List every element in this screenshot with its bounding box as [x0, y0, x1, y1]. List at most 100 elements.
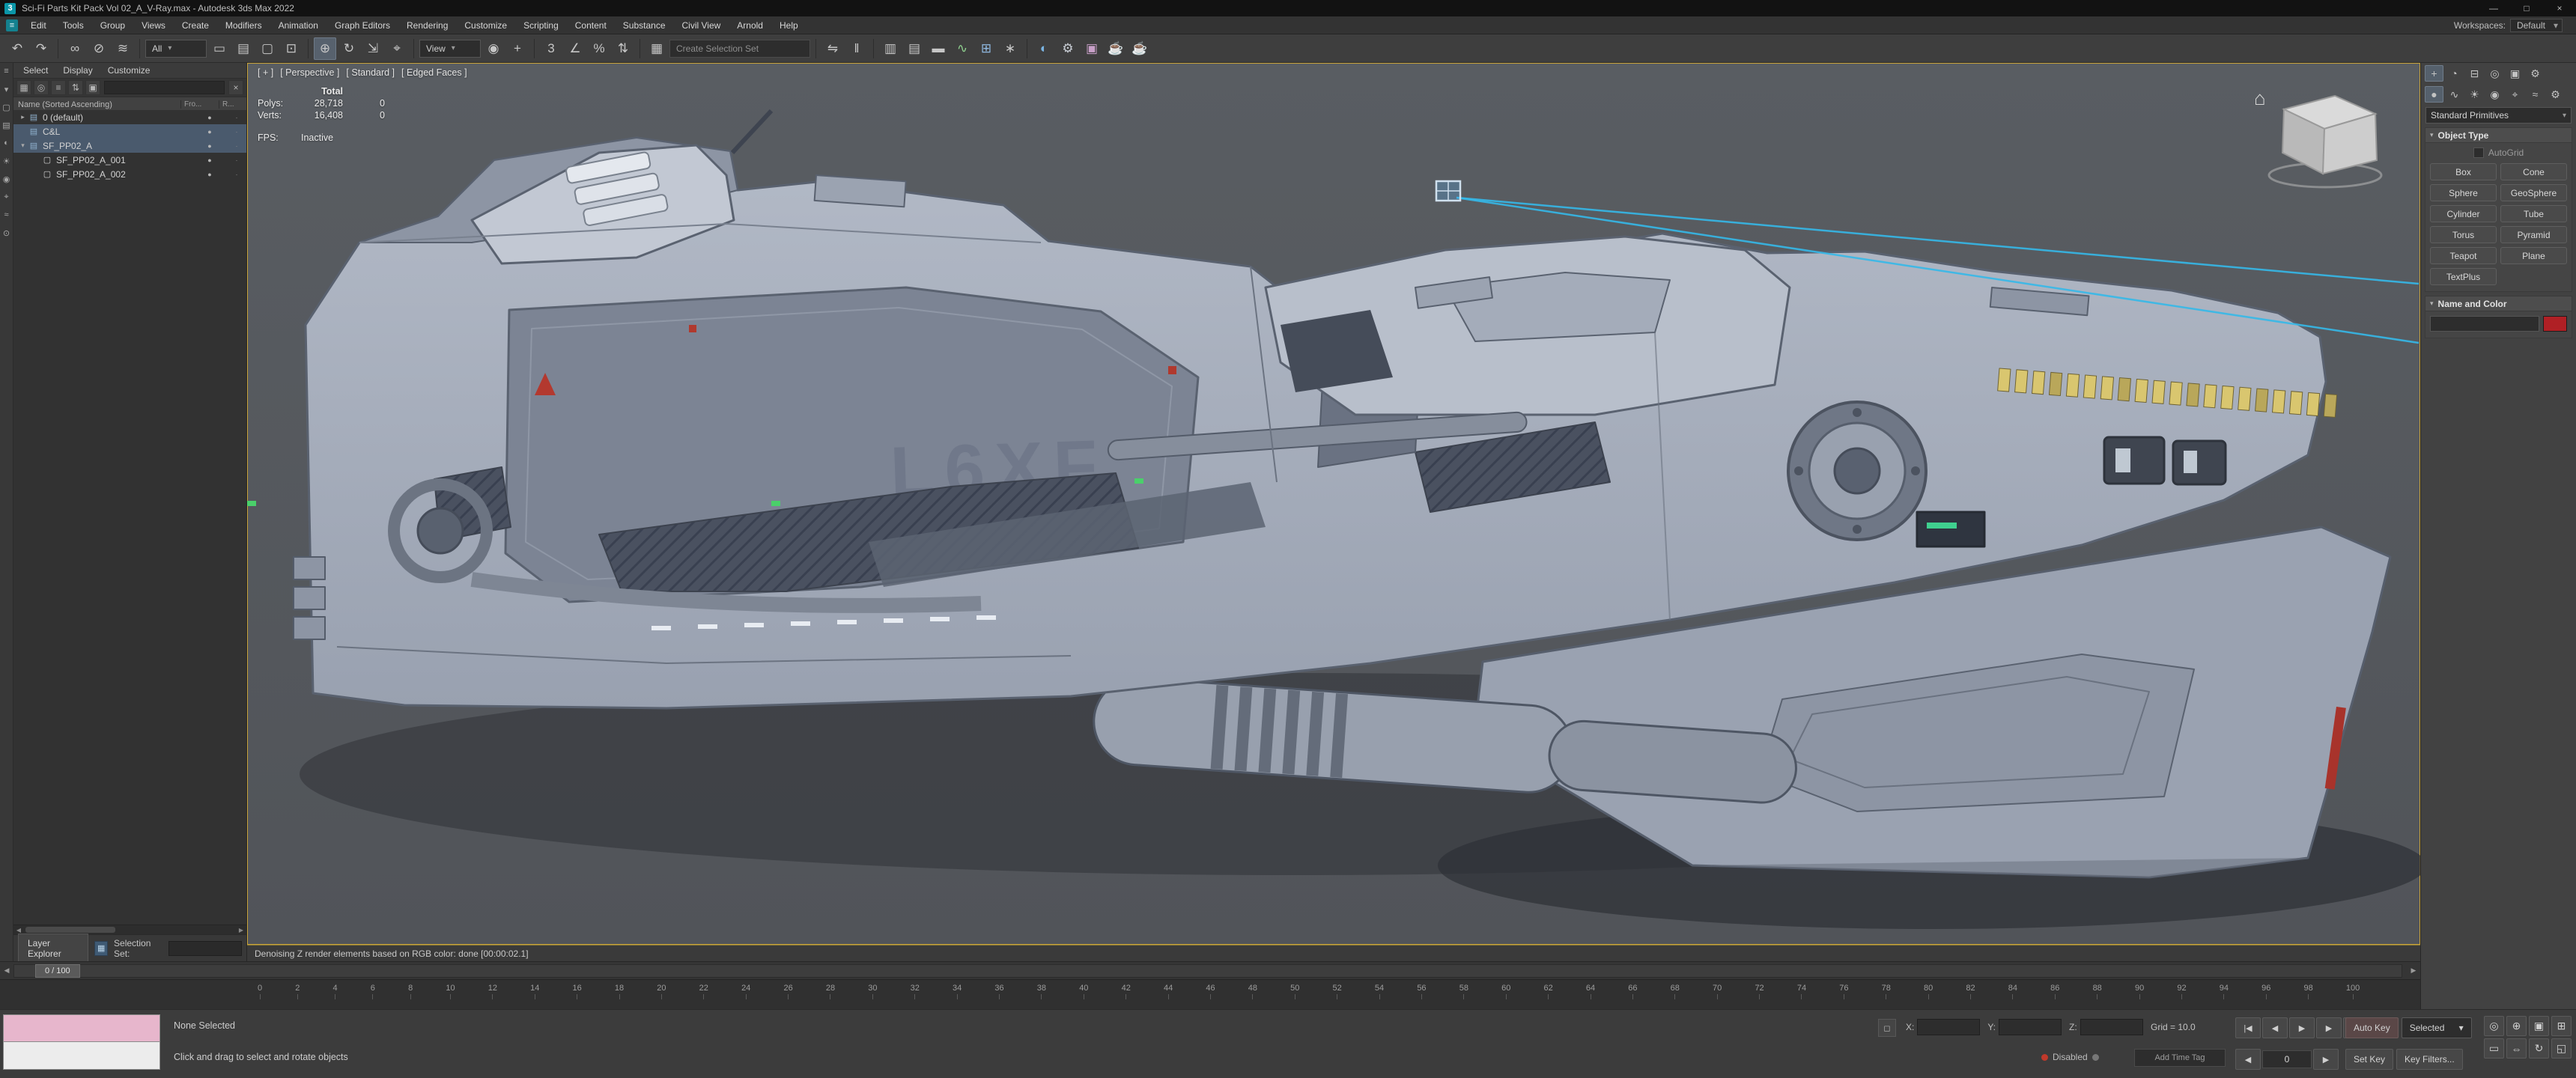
- snaps-toggle-icon[interactable]: 3: [540, 37, 562, 60]
- zoom-all-icon[interactable]: ⊕: [2506, 1016, 2527, 1036]
- application-menu-icon[interactable]: ≡: [6, 19, 18, 31]
- timeline-tick[interactable]: 56: [1417, 984, 1426, 999]
- menu-group[interactable]: Group: [92, 18, 133, 33]
- timeline-tick[interactable]: 68: [1671, 984, 1680, 999]
- render-toggle-icon[interactable]: ·: [227, 114, 246, 121]
- object-button-cone[interactable]: Cone: [2500, 163, 2567, 180]
- timeline-tick[interactable]: 40: [1079, 984, 1088, 999]
- filter-materials-icon[interactable]: ◐: [1, 138, 12, 148]
- timeline-tick[interactable]: 24: [741, 984, 750, 999]
- expand-arrow-icon[interactable]: ▸: [18, 113, 28, 121]
- edit-named-selection-sets-icon[interactable]: ▦: [645, 37, 668, 60]
- timeline-tick[interactable]: 6: [371, 984, 375, 999]
- viewport-pov-menu[interactable]: [ Perspective ]: [280, 67, 339, 78]
- angle-snap-icon[interactable]: ∠: [564, 37, 586, 60]
- render-toggle-icon[interactable]: ·: [227, 156, 246, 164]
- percent-snap-icon[interactable]: %: [588, 37, 610, 60]
- maxscript-listener-line[interactable]: [3, 1042, 160, 1070]
- render-toggle-icon[interactable]: ·: [227, 171, 246, 178]
- reference-coordinate-dropdown[interactable]: View▾: [419, 40, 481, 58]
- timeline-tick[interactable]: 38: [1037, 984, 1046, 999]
- object-button-geosphere[interactable]: GeoSphere: [2500, 184, 2567, 201]
- bind-to-space-warp-icon[interactable]: ≋: [112, 37, 134, 60]
- menu-customize[interactable]: Customize: [456, 18, 515, 33]
- maxscript-mini-listener[interactable]: [3, 1014, 160, 1073]
- timeline-tick[interactable]: 94: [2220, 984, 2229, 999]
- redo-icon[interactable]: ↷: [30, 37, 52, 60]
- current-frame-field[interactable]: 0: [2262, 1050, 2312, 1068]
- select-and-rotate-icon[interactable]: ↻: [338, 37, 360, 60]
- perspective-viewport[interactable]: L6XF: [247, 63, 2420, 945]
- menu-substance[interactable]: Substance: [615, 18, 674, 33]
- set-key-button[interactable]: Set Key: [2345, 1049, 2393, 1070]
- scroll-right-icon[interactable]: ▶: [236, 927, 246, 934]
- viewcube-home-icon[interactable]: ⌂: [2254, 87, 2266, 109]
- timeline-tick[interactable]: 14: [530, 984, 539, 999]
- timeline-tick[interactable]: 84: [2008, 984, 2017, 999]
- selection-lock-icon[interactable]: ◻: [1878, 1019, 1896, 1037]
- expand-all-icon[interactable]: ▾: [1, 84, 12, 94]
- timeline-tick[interactable]: 76: [1839, 984, 1848, 999]
- timeline-tick[interactable]: 34: [953, 984, 962, 999]
- timeline-tick[interactable]: 52: [1333, 984, 1342, 999]
- menu-tools[interactable]: Tools: [55, 18, 92, 33]
- rectangular-selection-region-icon[interactable]: ▢: [256, 37, 279, 60]
- timeline-tick[interactable]: 4: [333, 984, 338, 999]
- time-slider-left-icon[interactable]: ◀: [0, 966, 13, 975]
- timeline-tick[interactable]: 62: [1543, 984, 1552, 999]
- timeline-tick[interactable]: 30: [868, 984, 877, 999]
- x-coordinate-field[interactable]: [1917, 1019, 1980, 1035]
- frozen-column-header[interactable]: Fro...: [180, 100, 219, 109]
- object-button-sphere[interactable]: Sphere: [2430, 184, 2497, 201]
- time-slider[interactable]: ◀ 0 / 100 ▶: [0, 961, 2420, 979]
- toggle-layer-explorer-icon[interactable]: ▤: [903, 37, 926, 60]
- menu-scripting[interactable]: Scripting: [515, 18, 567, 33]
- tab-display-icon[interactable]: ▣: [2506, 65, 2524, 82]
- timeline-tick[interactable]: 10: [446, 984, 455, 999]
- workspace-dropdown[interactable]: Default: [2510, 19, 2563, 32]
- timeline-tick[interactable]: 54: [1375, 984, 1384, 999]
- timeline-tick[interactable]: 70: [1713, 984, 1722, 999]
- explorer-menu-select[interactable]: Select: [16, 64, 55, 76]
- timeline-tick[interactable]: 98: [2304, 984, 2313, 999]
- timeline-tick[interactable]: 64: [1586, 984, 1595, 999]
- object-button-plane[interactable]: Plane: [2500, 247, 2567, 264]
- toggle-scene-explorer-icon[interactable]: ▥: [879, 37, 902, 60]
- y-coordinate-field[interactable]: [1999, 1019, 2062, 1035]
- minimize-button[interactable]: —: [2477, 0, 2510, 16]
- timeline-tick[interactable]: 74: [1797, 984, 1806, 999]
- explorer-menu-customize[interactable]: Customize: [101, 64, 157, 76]
- expand-arrow-icon[interactable]: ▾: [18, 141, 28, 150]
- category-shapes-icon[interactable]: ∿: [2445, 86, 2464, 103]
- name-column-header[interactable]: Name (Sorted Ascending): [18, 100, 112, 109]
- timeline-tick[interactable]: 22: [699, 984, 708, 999]
- viewcube[interactable]: ⌂: [2254, 87, 2381, 187]
- clear-search-icon[interactable]: ×: [228, 80, 243, 95]
- object-button-cylinder[interactable]: Cylinder: [2430, 205, 2497, 222]
- time-slider-right-icon[interactable]: ▶: [2407, 966, 2420, 975]
- pin-explorer-icon[interactable]: ⊙: [1, 228, 12, 238]
- adaptive-degradation-group[interactable]: Disabled: [2041, 1052, 2099, 1062]
- menu-content[interactable]: Content: [567, 18, 615, 33]
- category-cameras-icon[interactable]: ◉: [2485, 86, 2504, 103]
- timeline-tick[interactable]: 86: [2050, 984, 2059, 999]
- zoom-extents-icon[interactable]: ▣: [2529, 1016, 2549, 1036]
- schematic-view-icon[interactable]: ⊞: [975, 37, 997, 60]
- visibility-icon[interactable]: ●: [192, 171, 227, 178]
- explorer-row[interactable]: ▢SF_PP02_A_001●·: [13, 153, 246, 167]
- window-crossing-toggle-icon[interactable]: ⊡: [280, 37, 303, 60]
- selection-set-field[interactable]: [168, 941, 242, 956]
- menu-graph-editors[interactable]: Graph Editors: [326, 18, 398, 33]
- curve-editor-icon[interactable]: ∿: [951, 37, 973, 60]
- play-button[interactable]: ▶: [2289, 1017, 2315, 1038]
- autogrid-checkbox[interactable]: [2473, 147, 2484, 158]
- timeline-tick[interactable]: 66: [1628, 984, 1637, 999]
- timeline-tick[interactable]: 26: [783, 984, 792, 999]
- menu-arnold[interactable]: Arnold: [729, 18, 771, 33]
- spinner-snap-icon[interactable]: ⇅: [612, 37, 634, 60]
- object-button-box[interactable]: Box: [2430, 163, 2497, 180]
- toggle-ribbon-icon[interactable]: ▬: [927, 37, 950, 60]
- timeline-tick[interactable]: 72: [1755, 984, 1764, 999]
- pick-container-icon[interactable]: ▦: [16, 80, 31, 95]
- visibility-icon[interactable]: ●: [192, 142, 227, 150]
